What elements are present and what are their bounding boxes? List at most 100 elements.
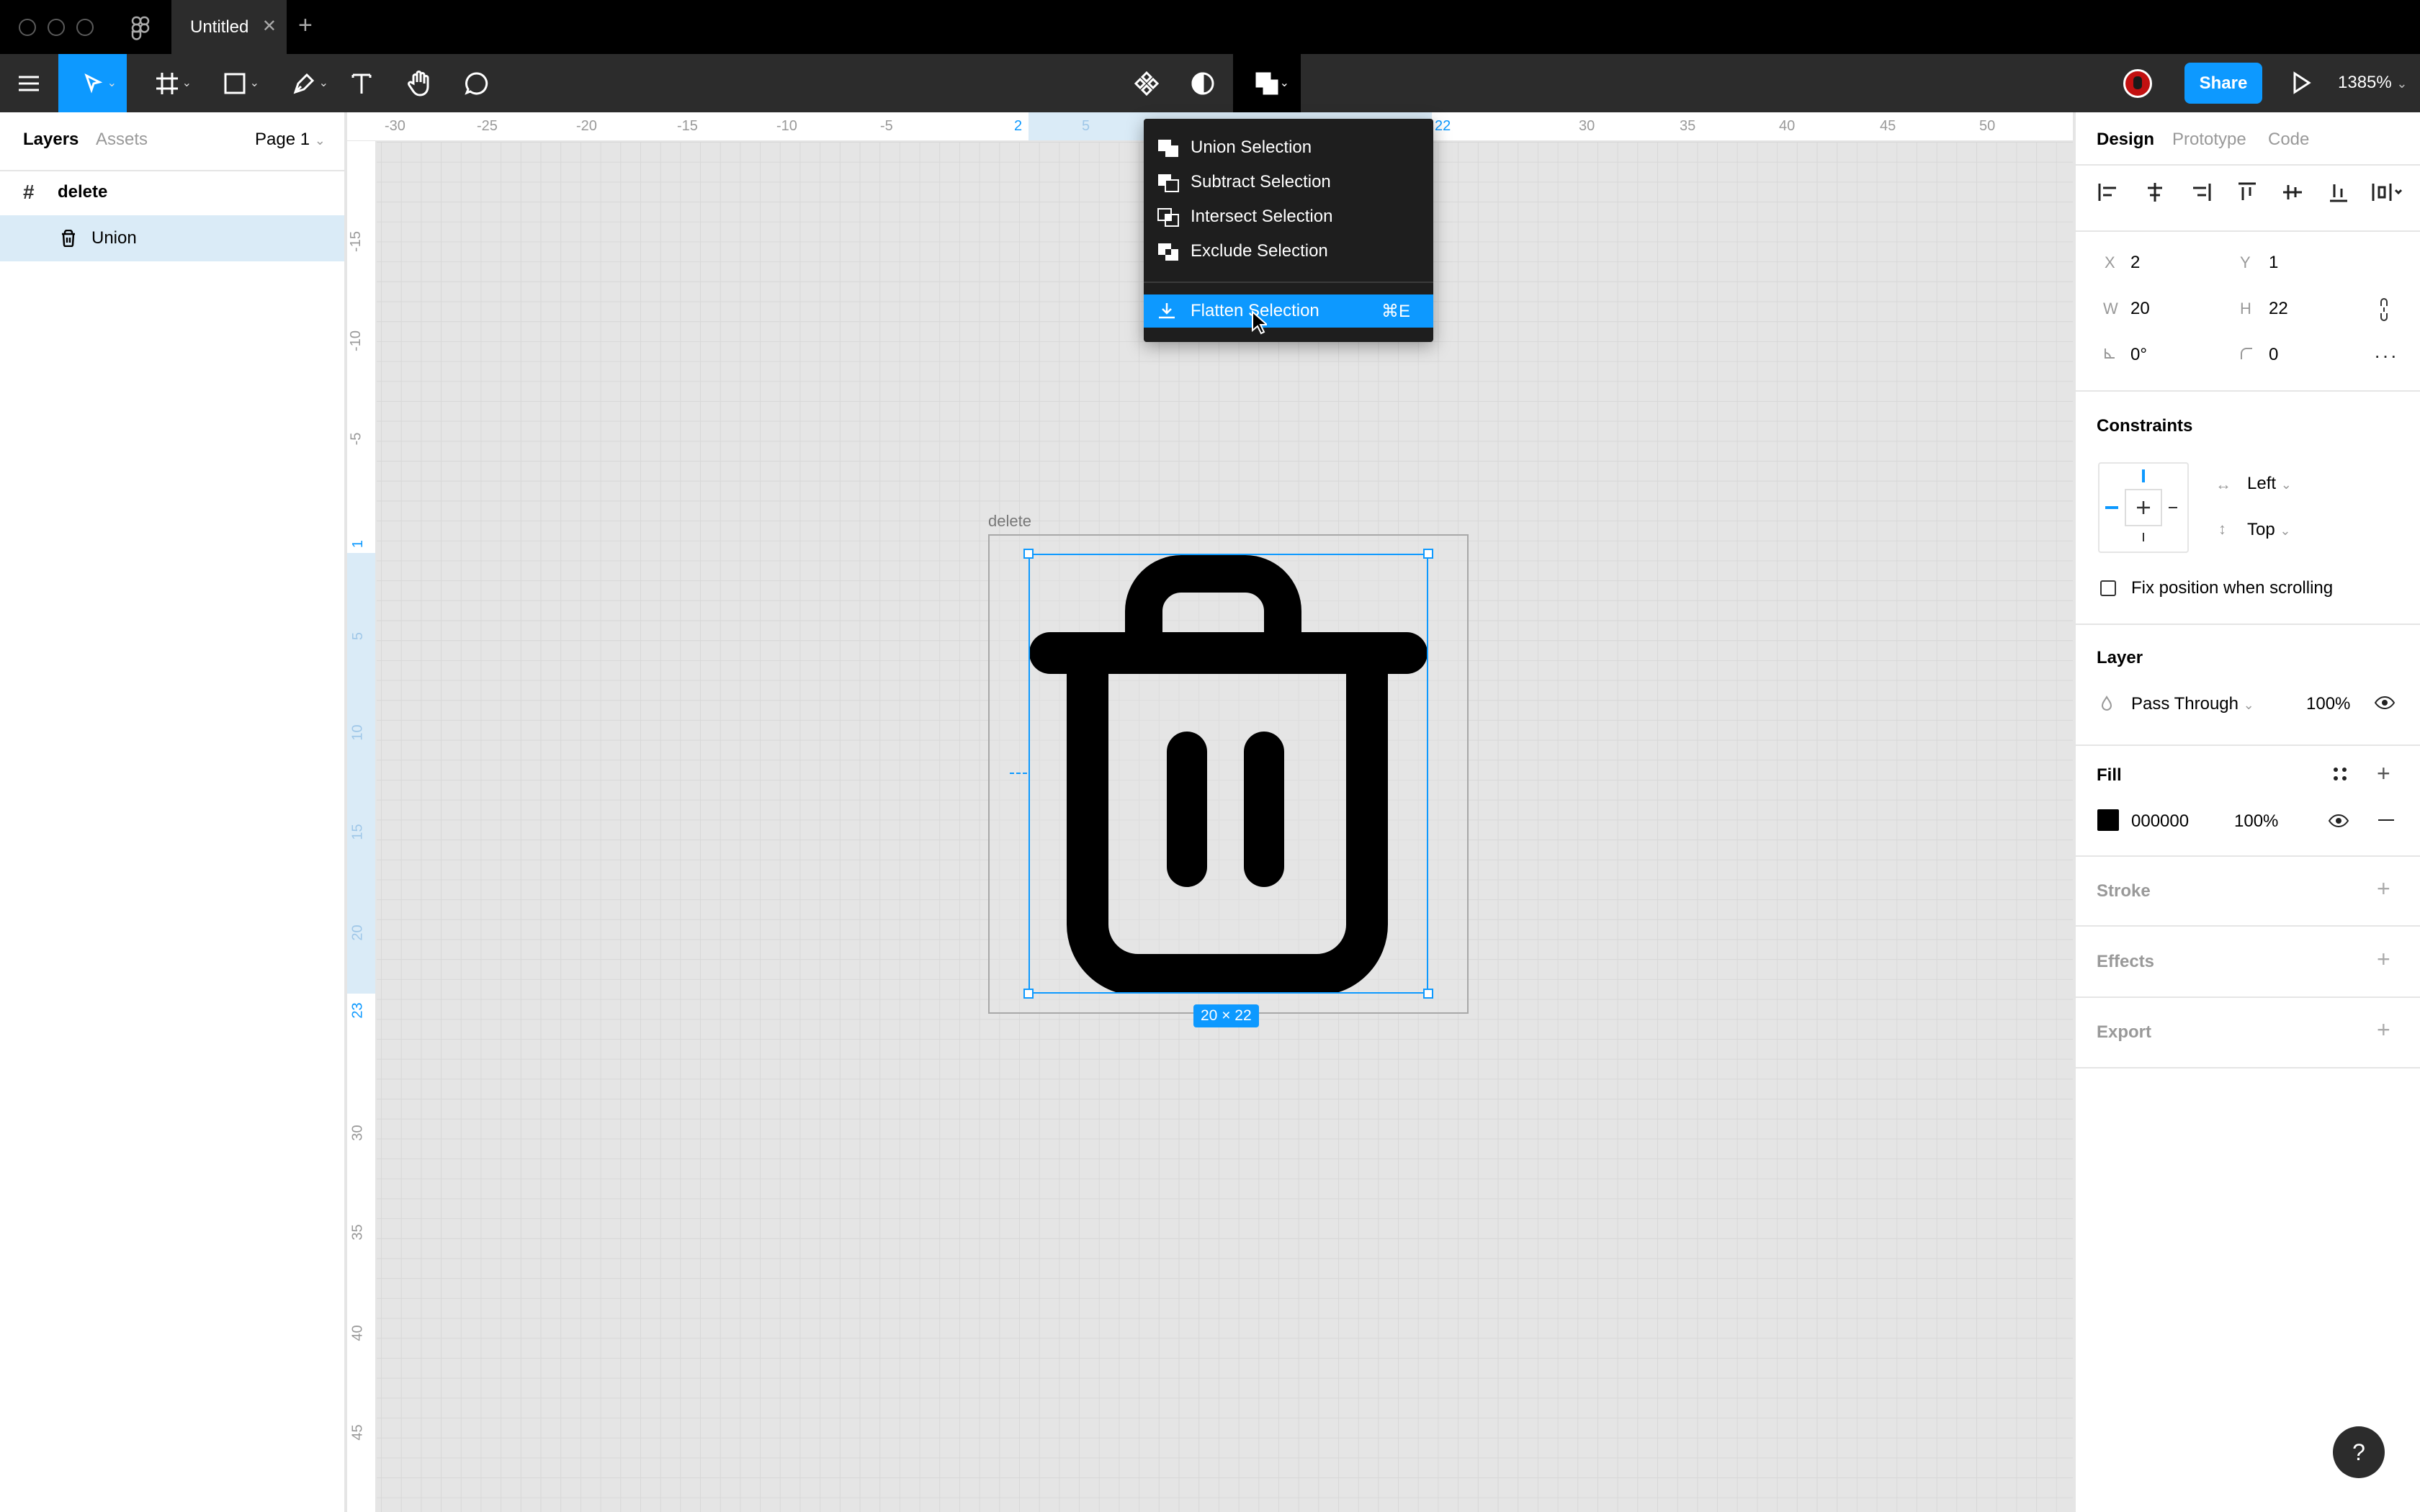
ruler-tick: 20 [349, 924, 366, 941]
ruler-tick: 5 [1082, 118, 1090, 134]
tab-prototype[interactable]: Prototype [2172, 130, 2246, 150]
zoom-level-dropdown[interactable]: 1385% ⌄ [2338, 73, 2408, 93]
constraints-widget[interactable] [2098, 462, 2189, 553]
width-input[interactable]: 20 [2130, 299, 2150, 319]
frame-tool-button[interactable]: ⌄ [141, 54, 193, 112]
document-tab[interactable]: Untitled ✕ [171, 0, 287, 54]
add-stroke-icon[interactable]: + [2377, 877, 2390, 900]
tab-layers[interactable]: Layers [23, 130, 79, 150]
zoom-window-button[interactable] [76, 19, 94, 36]
mask-button[interactable] [1187, 54, 1219, 112]
present-button[interactable] [2290, 71, 2312, 95]
help-button[interactable]: ? [2333, 1426, 2385, 1478]
y-input[interactable]: 1 [2269, 253, 2278, 273]
flatten-icon [1157, 302, 1177, 322]
move-tool-button[interactable]: ⌄ [58, 54, 127, 112]
ruler-tick: 35 [349, 1224, 366, 1241]
ruler-tick: -5 [348, 432, 364, 446]
add-export-icon[interactable]: + [2377, 1018, 2390, 1041]
figma-logo-icon[interactable] [131, 16, 150, 40]
align-right-icon[interactable] [2190, 181, 2212, 203]
menu-item-flatten-selection[interactable]: Flatten Selection ⌘E [1144, 294, 1433, 328]
boolean-groups-button[interactable]: ⌄ [1233, 54, 1301, 112]
align-left-icon[interactable] [2097, 181, 2119, 203]
menu-item-union-selection[interactable]: Union Selection [1144, 130, 1433, 165]
menu-item-intersect-selection[interactable]: Intersect Selection [1144, 199, 1433, 234]
fix-position-label: Fix position when scrolling [2131, 578, 2334, 598]
resize-handle-bottom-left[interactable] [1023, 989, 1034, 999]
resize-handle-top-left[interactable] [1023, 549, 1034, 559]
visibility-eye-icon[interactable] [2374, 696, 2396, 710]
fill-hex-input[interactable]: 000000 [2131, 811, 2189, 832]
resize-handle-top-right[interactable] [1423, 549, 1433, 559]
menu-item-subtract-selection[interactable]: Subtract Selection [1144, 165, 1433, 199]
fill-visibility-eye-icon[interactable] [2328, 814, 2349, 828]
chevron-down-icon[interactable]: ⌄ [1280, 76, 1289, 90]
corner-radius-input[interactable]: 0 [2269, 345, 2278, 365]
share-button[interactable]: Share [2184, 63, 2262, 104]
blend-mode-dropdown[interactable]: Pass Through ⌄ [2131, 694, 2254, 714]
height-input[interactable]: 22 [2269, 299, 2288, 319]
chevron-down-icon[interactable]: ⌄ [250, 76, 259, 90]
menu-item-exclude-selection[interactable]: Exclude Selection [1144, 234, 1433, 269]
new-tab-button[interactable]: + [298, 12, 313, 40]
main-menu-icon[interactable] [13, 54, 45, 112]
fix-position-checkbox[interactable] [2100, 580, 2116, 596]
close-tab-icon[interactable]: ✕ [262, 16, 277, 37]
chevron-down-icon[interactable]: ⌄ [107, 76, 117, 90]
user-avatar[interactable] [2123, 69, 2152, 98]
frame-label[interactable]: delete [988, 512, 1031, 531]
minimize-window-button[interactable] [48, 19, 65, 36]
align-vertical-center-icon[interactable] [2282, 181, 2303, 203]
rectangle-tool-button[interactable]: ⌄ [209, 54, 261, 112]
align-bottom-icon[interactable] [2328, 181, 2349, 203]
boolean-union-icon [1255, 72, 1278, 94]
text-tool-button[interactable] [346, 54, 377, 112]
align-top-icon[interactable] [2236, 181, 2258, 203]
chevron-down-icon[interactable]: ⌄ [319, 76, 328, 90]
horizontal-constraint-icon: ↔ [2215, 475, 2231, 493]
layer-row-frame[interactable]: # delete [0, 169, 344, 215]
layer-opacity-input[interactable]: 100% [2306, 694, 2350, 714]
x-input[interactable]: 2 [2130, 253, 2140, 273]
remove-fill-icon[interactable] [2378, 819, 2394, 821]
components-button[interactable] [1131, 54, 1162, 112]
selection-box[interactable] [1028, 554, 1428, 994]
hand-tool-button[interactable] [402, 54, 436, 112]
horizontal-constraint-dropdown[interactable]: Left ⌄ [2247, 474, 2292, 494]
add-fill-icon[interactable]: + [2377, 762, 2390, 785]
ruler-tick: -10 [347, 330, 364, 351]
ruler-tick: 45 [1880, 118, 1896, 134]
vertical-constraint-dropdown[interactable]: Top ⌄ [2247, 520, 2290, 540]
layer-row-union[interactable]: Union [0, 215, 344, 261]
tab-code[interactable]: Code [2268, 130, 2309, 150]
rotation-input[interactable]: 0° [2130, 345, 2147, 365]
add-effect-icon[interactable]: + [2377, 948, 2390, 971]
rectangle-tool-icon [224, 73, 246, 94]
ruler-tick: 50 [1979, 118, 1996, 134]
chevron-down-icon: ⌄ [314, 133, 326, 148]
distribute-icon[interactable] [2371, 181, 2403, 203]
page-selector-label: Page 1 [255, 130, 310, 149]
resize-handle-bottom-right[interactable] [1423, 989, 1433, 999]
style-grid-icon[interactable] [2332, 766, 2348, 782]
page-selector[interactable]: Page 1 ⌄ [255, 130, 326, 150]
fill-color-swatch[interactable] [2097, 809, 2119, 831]
tab-assets[interactable]: Assets [96, 130, 148, 150]
tab-design[interactable]: Design [2097, 130, 2154, 150]
ruler-vertical: -15 -10 -5 1 5 10 15 20 23 30 35 40 45 [347, 141, 376, 1512]
fill-opacity-input[interactable]: 100% [2234, 811, 2278, 832]
constrain-proportions-icon[interactable] [2379, 297, 2389, 322]
ruler-tick: -15 [677, 118, 698, 134]
comment-tool-button[interactable] [460, 54, 494, 112]
blend-mode-value: Pass Through [2131, 694, 2238, 714]
more-options-icon[interactable]: ··· [2374, 346, 2398, 366]
chevron-down-icon[interactable]: ⌄ [182, 76, 192, 90]
pen-tool-button[interactable]: ⌄ [278, 54, 330, 112]
ruler-tick: -10 [776, 118, 797, 134]
layer-section-title: Layer [2097, 648, 2143, 667]
align-horizontal-center-icon[interactable] [2144, 181, 2166, 203]
chevron-down-icon: ⌄ [2243, 698, 2254, 712]
close-window-button[interactable] [19, 19, 36, 36]
ruler-tick-selected: 1 [350, 539, 367, 549]
